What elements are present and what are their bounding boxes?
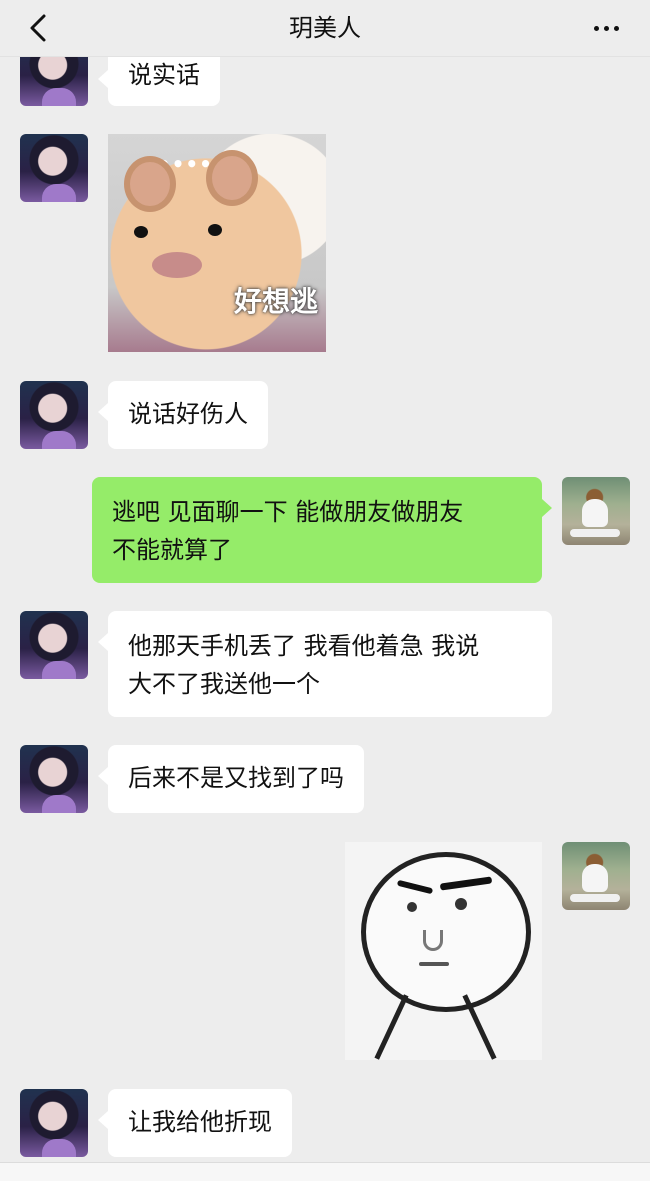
message-text: 他那天手机丢了 我看他着急 我说 bbox=[128, 632, 480, 660]
message-text: 大不了我送他一个 bbox=[128, 670, 320, 698]
meme-head bbox=[361, 852, 531, 1012]
message-text: 让我给他折现 bbox=[128, 1108, 272, 1136]
message-text: 逃吧 见面聊一下 能做朋友做朋友 bbox=[112, 498, 464, 526]
message-bubble[interactable]: 说话好伤人 bbox=[98, 381, 268, 449]
input-bar[interactable] bbox=[0, 1162, 650, 1181]
message-text: 不能就算了 bbox=[112, 536, 232, 564]
hamster-eye-right bbox=[208, 224, 222, 236]
message-text: 后来不是又找到了吗 bbox=[128, 764, 344, 792]
message-bubble-mine[interactable]: 逃吧 见面聊一下 能做朋友做朋友 不能就算了 bbox=[92, 477, 552, 583]
message-text: 说话好伤人 bbox=[128, 400, 248, 428]
hamster-ear-right bbox=[206, 150, 258, 206]
chat-area[interactable]: 说实话 •••••• 好想逃 说话好伤人 逃吧 见面聊一下 能做朋友做朋友 不能… bbox=[0, 0, 650, 1180]
more-dot-icon bbox=[603, 25, 609, 31]
meme-mouth bbox=[419, 962, 449, 966]
message-bubble[interactable]: 他那天手机丢了 我看他着急 我说 大不了我送他一个 bbox=[98, 611, 552, 717]
more-options-button[interactable] bbox=[586, 14, 626, 42]
sticker-caption: 好想逃 bbox=[233, 285, 318, 318]
meme-eye-left bbox=[407, 902, 417, 912]
chat-title: 玥美人 bbox=[289, 14, 361, 42]
hamster-nose bbox=[152, 252, 202, 278]
hamster-eye-left bbox=[134, 226, 148, 238]
message-text: 说实话 bbox=[128, 61, 200, 89]
meme-neck-left bbox=[374, 994, 409, 1060]
hamster-sticker[interactable]: •••••• 好想逃 bbox=[108, 134, 326, 352]
contact-avatar[interactable] bbox=[20, 611, 88, 679]
contact-avatar[interactable] bbox=[20, 745, 88, 813]
message-bubble[interactable]: 让我给他折现 bbox=[98, 1089, 292, 1157]
contact-avatar[interactable] bbox=[20, 134, 88, 202]
meme-eye-right bbox=[455, 898, 467, 910]
message-bubble[interactable]: 后来不是又找到了吗 bbox=[98, 745, 364, 813]
more-dot-icon bbox=[593, 25, 599, 31]
meme-nose bbox=[423, 930, 443, 951]
contact-avatar[interactable] bbox=[20, 381, 88, 449]
my-avatar[interactable] bbox=[562, 477, 630, 545]
more-dot-icon bbox=[613, 25, 619, 31]
hamster-ear-left bbox=[124, 156, 176, 212]
my-avatar[interactable] bbox=[562, 842, 630, 910]
meme-face-sticker[interactable] bbox=[345, 842, 542, 1060]
contact-avatar[interactable] bbox=[20, 1089, 88, 1157]
chat-header: 玥美人 bbox=[0, 0, 650, 57]
